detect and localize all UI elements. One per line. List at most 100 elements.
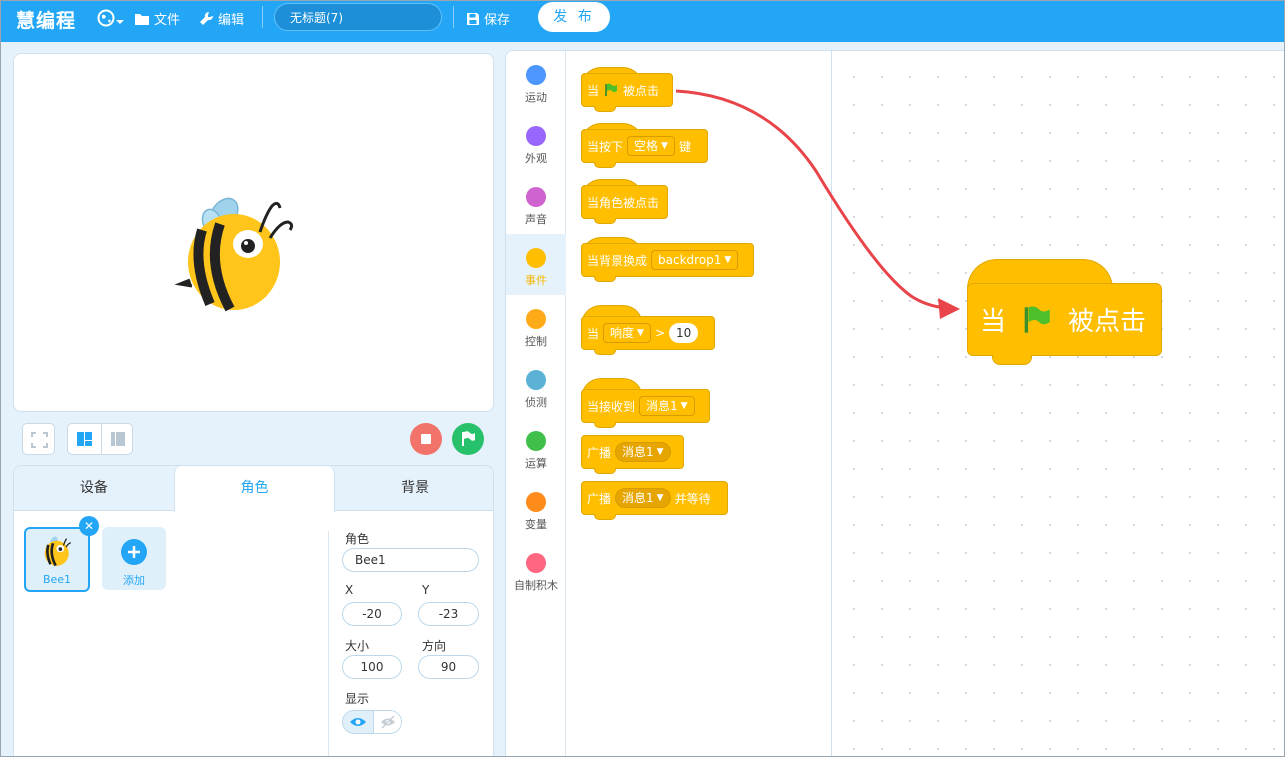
category-operators[interactable]: 运算 xyxy=(506,417,566,478)
block-categories: 运动 外观 声音 事件 控制 侦测 运算 变量 自制积木 xyxy=(506,51,566,756)
stage[interactable] xyxy=(13,53,494,412)
dropdown-arrow-icon: ▼ xyxy=(724,255,732,265)
notch-shape xyxy=(992,355,1032,365)
y-input[interactable]: -23 xyxy=(418,602,479,626)
block-text: 被点击 xyxy=(623,83,660,98)
block-text: 广播 xyxy=(587,491,612,506)
block-text: 当 xyxy=(587,326,600,341)
broadcast-block[interactable]: 广播 消息1 ▼ xyxy=(581,435,684,474)
save-button[interactable]: 保存 xyxy=(466,9,510,28)
when-key-pressed-block[interactable]: 当按下 空格 ▼ 键 xyxy=(581,129,708,168)
save-icon xyxy=(467,12,479,25)
dropdown-arrow-icon: ▼ xyxy=(680,401,688,411)
script-workspace[interactable] xyxy=(832,51,1284,756)
block-text: 并等待 xyxy=(674,491,711,506)
notch-shape xyxy=(594,422,616,428)
notch-shape xyxy=(594,218,616,224)
divider xyxy=(328,531,329,756)
category-my-blocks[interactable]: 自制积木 xyxy=(506,539,566,600)
message-dropdown[interactable]: 消息1 ▼ xyxy=(615,488,671,508)
sprite-panel: 设备 角色 背景 Bee1 ✕ 添加 角色 X Y -20 -23 大小 方向 … xyxy=(13,465,494,757)
edit-menu[interactable]: 编辑 xyxy=(199,9,244,28)
broadcast-and-wait-block[interactable]: 广播 消息1 ▼ 并等待 xyxy=(581,481,728,520)
category-label: 控制 xyxy=(525,335,547,348)
sprite-name-input[interactable] xyxy=(342,548,479,572)
sprite-thumbnail[interactable]: Bee1 xyxy=(24,527,90,592)
small-stage-button[interactable] xyxy=(102,424,134,454)
backdrop-dropdown-value: backdrop1 xyxy=(658,253,722,267)
direction-input[interactable]: 90 xyxy=(418,655,479,679)
category-dot-icon xyxy=(526,431,546,451)
tab-sprites[interactable]: 角色 xyxy=(173,466,336,512)
key-dropdown[interactable]: 空格 ▼ xyxy=(627,136,675,156)
sensor-dropdown[interactable]: 响度 ▼ xyxy=(603,323,651,343)
tab-devices[interactable]: 设备 xyxy=(14,466,174,510)
eye-icon xyxy=(350,718,366,726)
workspace-when-flag-clicked-block[interactable]: 当 被点击 xyxy=(967,283,1162,365)
green-flag-button[interactable] xyxy=(452,423,484,455)
x-label: X xyxy=(345,583,354,597)
notch-shape xyxy=(594,162,616,168)
wrench-icon xyxy=(200,11,214,25)
language-button[interactable] xyxy=(97,9,124,27)
notch-shape xyxy=(594,514,616,520)
threshold-input[interactable]: 10 xyxy=(669,323,699,343)
category-variables[interactable]: 变量 xyxy=(506,478,566,539)
flag-icon xyxy=(462,431,475,446)
tab-backdrops[interactable]: 背景 xyxy=(335,466,493,510)
block-text: > xyxy=(654,326,666,340)
category-dot-icon xyxy=(526,553,546,573)
category-sound[interactable]: 声音 xyxy=(506,173,566,234)
eye-hidden-icon xyxy=(381,715,395,729)
file-menu[interactable]: 文件 xyxy=(134,9,180,28)
when-backdrop-switches-block[interactable]: 当背景换成 backdrop1 ▼ xyxy=(581,243,754,282)
bee-thumbnail-icon xyxy=(44,536,71,567)
edit-menu-label: 编辑 xyxy=(218,13,245,28)
large-stage-button[interactable] xyxy=(68,424,101,454)
project-title-input[interactable] xyxy=(274,3,442,31)
notch-shape xyxy=(594,349,616,355)
category-dot-icon xyxy=(526,370,546,390)
fullscreen-icon xyxy=(31,432,48,448)
publish-button[interactable]: 发 布 xyxy=(538,2,610,32)
large-layout-icon xyxy=(77,432,92,446)
when-loudness-block[interactable]: 当 响度 ▼ > 10 xyxy=(581,316,715,355)
category-looks[interactable]: 外观 xyxy=(506,112,566,173)
show-button[interactable] xyxy=(343,711,373,733)
hide-button[interactable] xyxy=(373,711,401,733)
message-dropdown[interactable]: 消息1 ▼ xyxy=(639,396,695,416)
add-sprite-label: 添加 xyxy=(123,574,145,587)
block-text: 被点击 xyxy=(1068,307,1147,337)
block-text: 广播 xyxy=(587,445,612,460)
size-input[interactable]: 100 xyxy=(342,655,402,679)
add-sprite-button[interactable]: 添加 xyxy=(102,527,166,590)
category-motion[interactable]: 运动 xyxy=(506,51,566,112)
bee-sprite[interactable] xyxy=(174,192,304,322)
delete-sprite-button[interactable]: ✕ xyxy=(79,516,99,536)
category-sensing[interactable]: 侦测 xyxy=(506,356,566,417)
dropdown-arrow-icon: ▼ xyxy=(661,141,668,151)
category-control[interactable]: 控制 xyxy=(506,295,566,356)
fullscreen-button[interactable] xyxy=(22,423,55,455)
save-label: 保存 xyxy=(484,13,511,28)
dropdown-arrow-icon: ▼ xyxy=(656,493,664,503)
when-i-receive-block[interactable]: 当接收到 消息1 ▼ xyxy=(581,389,710,428)
x-input[interactable]: -20 xyxy=(342,602,402,626)
when-sprite-clicked-block[interactable]: 当角色被点击 xyxy=(581,185,668,224)
category-events[interactable]: 事件 xyxy=(506,234,566,295)
block-text: 当按下 xyxy=(587,139,624,154)
dropdown-arrow-icon: ▼ xyxy=(637,328,644,338)
block-text: 当 xyxy=(980,307,1007,337)
category-label: 事件 xyxy=(525,274,547,287)
app-logo: 慧编程 xyxy=(16,10,77,32)
folder-icon xyxy=(135,13,149,25)
message-dropdown-value: 消息1 xyxy=(622,445,654,459)
category-dot-icon xyxy=(526,187,546,207)
message-dropdown[interactable]: 消息1 ▼ xyxy=(615,442,671,462)
stop-button[interactable] xyxy=(410,423,442,455)
when-flag-clicked-block[interactable]: 当 被点击 xyxy=(581,73,673,112)
backdrop-dropdown[interactable]: backdrop1 ▼ xyxy=(651,250,739,270)
chevron-down-icon xyxy=(116,20,124,24)
block-text: 当背景换成 xyxy=(587,253,648,268)
size-label: 大小 xyxy=(345,639,370,653)
